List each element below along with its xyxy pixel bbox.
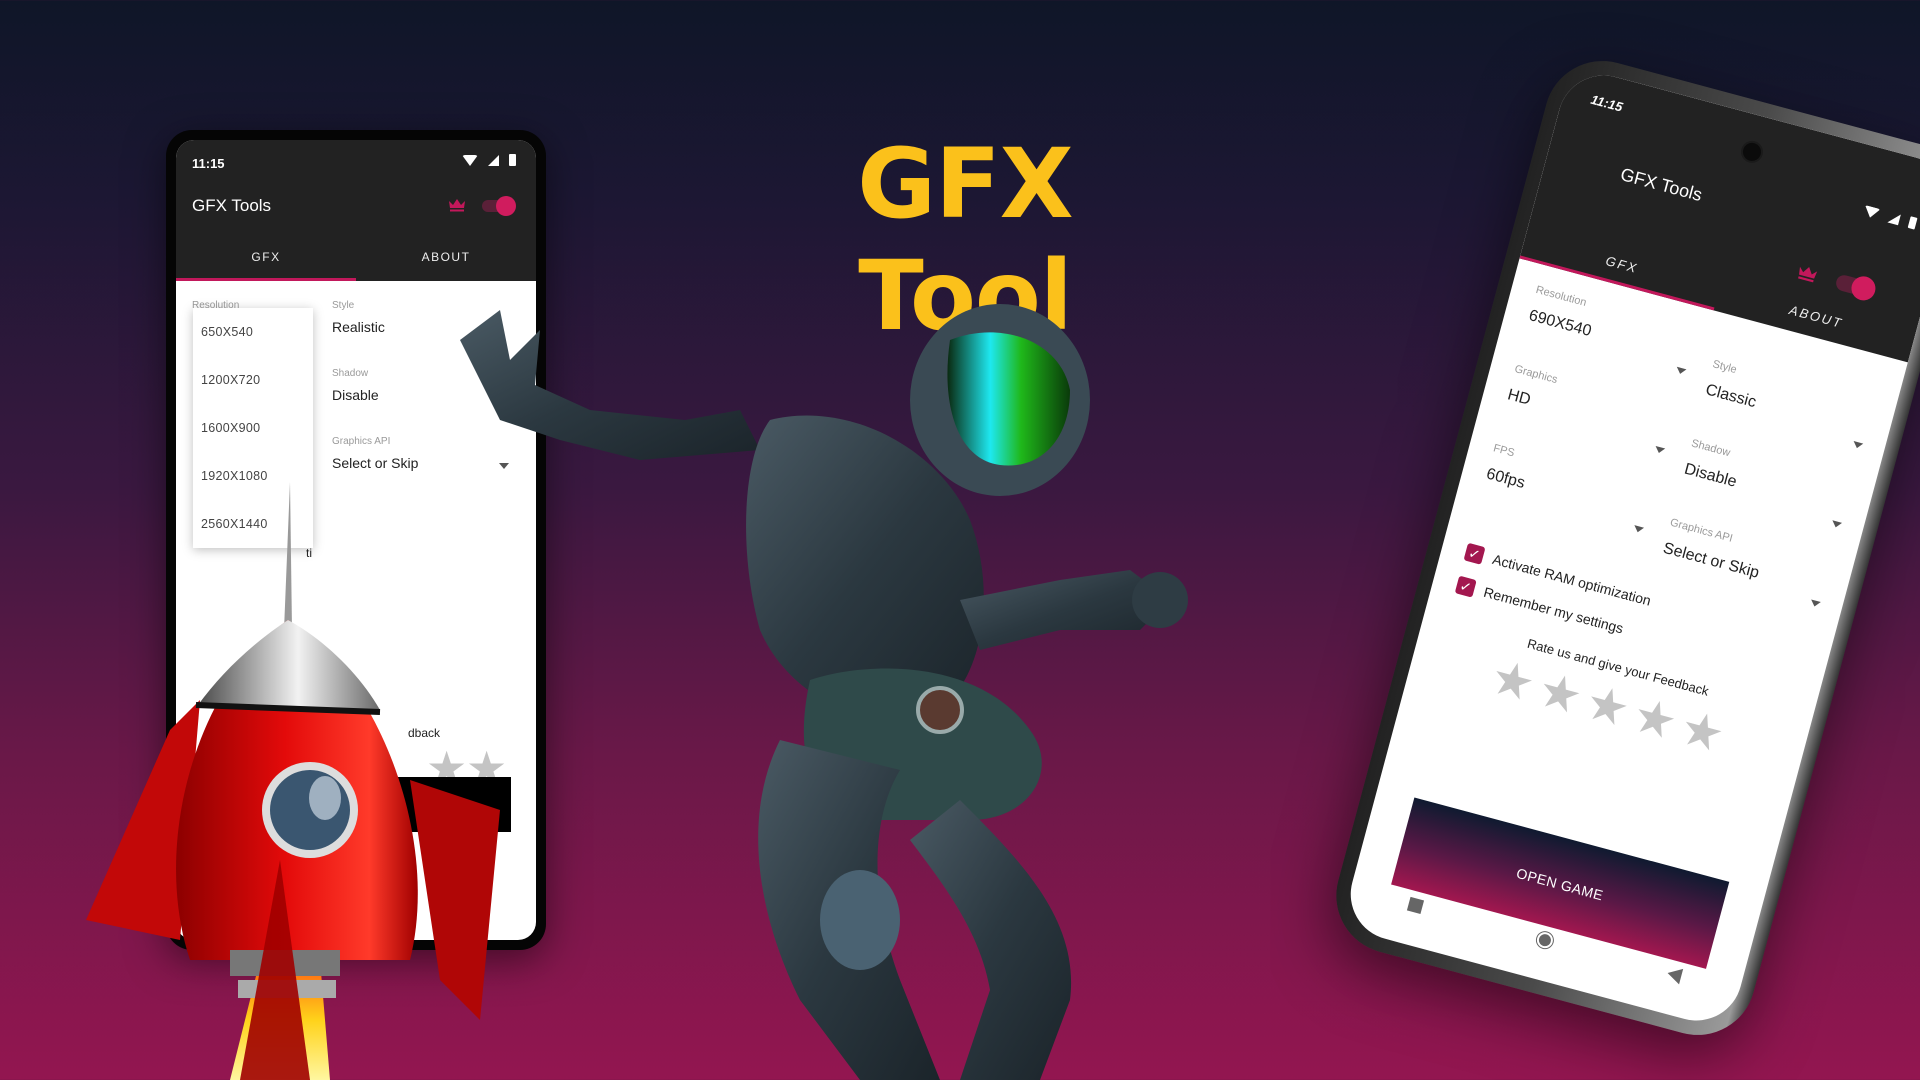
astronaut-right-leg (910, 800, 1072, 1080)
right-phone-screen: 11:15 GFX Tools GFX ABOUT Resolution 690… (1340, 65, 1920, 1031)
tab-gfx[interactable]: GFX (176, 236, 356, 281)
star-icon[interactable]: ★ (1627, 688, 1682, 751)
star-icon[interactable]: ★ (1532, 663, 1587, 726)
astronaut-hip-gauge (916, 686, 964, 734)
crown-icon[interactable] (448, 198, 466, 212)
chevron-down-icon[interactable] (1675, 366, 1687, 376)
phone-frame: 11:15 GFX Tools GFX ABOUT Resolution 690… (1323, 48, 1920, 1048)
shadow-select[interactable]: Disable (332, 387, 379, 403)
app-title: GFX Tools (1618, 164, 1705, 206)
tab-bar: GFX ABOUT (176, 236, 536, 281)
right-phone: 11:15 GFX Tools GFX ABOUT Resolution 690… (1323, 48, 1920, 1048)
astronaut-knee-gauge (820, 870, 900, 970)
status-time: 11:15 (1589, 91, 1625, 115)
shadow-select[interactable]: Disable (1682, 461, 1738, 492)
resolution-option[interactable]: 1600X900 (193, 404, 313, 452)
resolution-option[interactable]: 650X540 (193, 308, 313, 356)
graphics-api-label: Graphics API (332, 436, 391, 447)
battery-icon (509, 154, 516, 166)
rocket-nose (198, 620, 380, 710)
shadow-label: Shadow (332, 368, 369, 379)
wifi-icon (1862, 204, 1881, 220)
graphics-select[interactable]: HD (1505, 386, 1533, 409)
status-icons (462, 154, 516, 166)
astronaut-left-arm (460, 310, 760, 460)
chevron-down-icon[interactable] (1632, 525, 1645, 534)
checkbox-checked-icon[interactable]: ✓ (1454, 575, 1477, 598)
back-icon[interactable] (1665, 965, 1683, 985)
astronaut-illustration (460, 304, 1188, 1080)
wifi-icon (462, 154, 478, 166)
chevron-down-icon[interactable] (1809, 599, 1821, 608)
app-bar: 11:15 GFX Tools GFX ABOUT (176, 140, 536, 281)
status-time: 11:15 (192, 156, 225, 171)
toggle-knob (496, 196, 516, 216)
front-camera (1738, 138, 1766, 166)
star-icon[interactable]: ★ (1674, 701, 1730, 764)
star-icon[interactable]: ★ (1485, 650, 1540, 713)
chevron-down-icon[interactable] (1654, 445, 1666, 455)
status-icons (1862, 204, 1918, 230)
style-select[interactable]: Realistic (332, 319, 385, 335)
resolution-select[interactable]: 690X540 (1527, 307, 1593, 341)
chevron-down-icon[interactable] (1830, 520, 1843, 529)
recents-icon[interactable] (1407, 896, 1425, 915)
toggle-switch[interactable] (1833, 270, 1879, 304)
style-label: Style (1711, 358, 1738, 377)
rocket-fin-right (410, 780, 500, 1020)
battery-icon (1907, 216, 1918, 230)
signal-icon (1887, 211, 1901, 225)
style-select[interactable]: Classic (1703, 381, 1758, 412)
resolution-label: Resolution (1534, 283, 1588, 309)
star-icon[interactable]: ★ (1580, 676, 1635, 739)
app-title: GFX Tools (192, 196, 272, 215)
crown-icon[interactable] (1796, 263, 1819, 284)
rocket-illustration (86, 482, 500, 1080)
signal-icon (488, 154, 499, 166)
tab-about[interactable]: ABOUT (356, 236, 536, 281)
astronaut-fist (1132, 572, 1188, 628)
toggle-switch[interactable] (482, 196, 516, 216)
rocket-antenna (284, 482, 292, 630)
fps-select[interactable]: 60fps (1484, 465, 1526, 493)
graphics-api-select[interactable]: Select or Skip (332, 455, 418, 471)
checkbox-checked-icon[interactable]: ✓ (1463, 542, 1486, 565)
chevron-down-icon[interactable] (1852, 441, 1864, 450)
resolution-option[interactable]: 1200X720 (193, 356, 313, 404)
graphics-api-select[interactable]: Select or Skip (1661, 540, 1761, 583)
style-label: Style (332, 300, 355, 311)
home-icon[interactable] (1535, 930, 1555, 950)
